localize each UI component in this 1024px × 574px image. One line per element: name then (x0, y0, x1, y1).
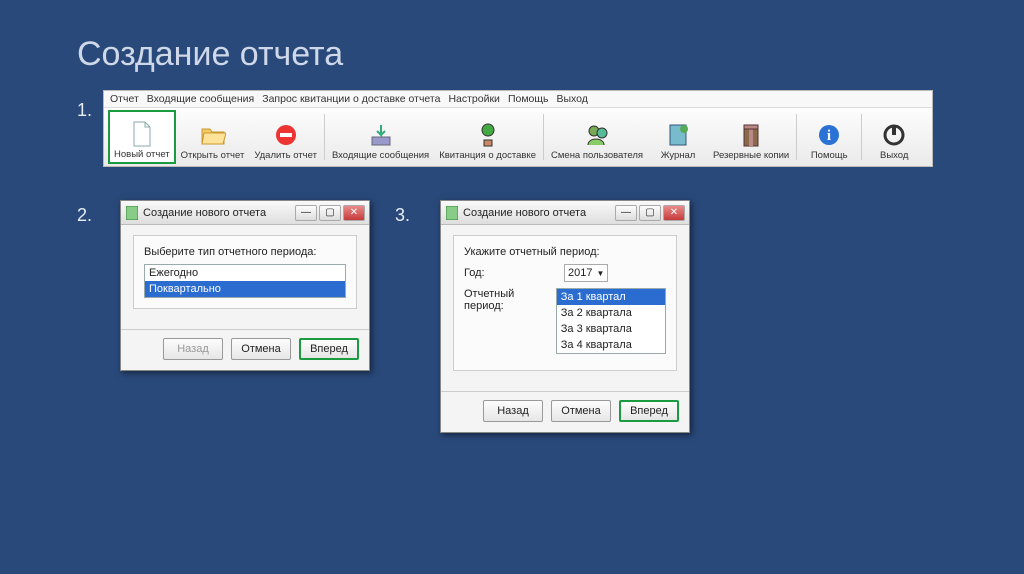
switch-user-label: Смена пользователя (551, 150, 643, 161)
cancel-button[interactable]: Отмена (231, 338, 291, 360)
help-label: Помощь (811, 150, 848, 161)
menu-exit[interactable]: Выход (557, 93, 588, 105)
backup-label: Резервные копии (713, 150, 789, 161)
minimize-button[interactable]: — (295, 205, 317, 221)
period-option-1[interactable]: За 1 квартал (557, 289, 665, 305)
menu-help[interactable]: Помощь (508, 93, 549, 105)
menu-settings[interactable]: Настройки (448, 93, 500, 105)
next-button[interactable]: Вперед (619, 400, 679, 422)
year-label: Год: (464, 267, 564, 279)
option-annual[interactable]: Ежегодно (145, 265, 345, 281)
close-button[interactable]: ✕ (343, 205, 365, 221)
menu-report[interactable]: Отчет (110, 93, 139, 105)
dialog-app-icon (445, 206, 459, 220)
dialog-app-icon (125, 206, 139, 220)
inbox-label: Входящие сообщения (332, 150, 429, 161)
new-report-label: Новый отчет (114, 149, 170, 160)
svg-text:i: i (827, 128, 831, 144)
step-number-3: 3. (395, 205, 410, 226)
new-report-button[interactable]: Новый отчет (108, 110, 176, 164)
dialog3-titlebar: Создание нового отчета — ▢ ✕ (441, 201, 689, 225)
step-number-2: 2. (77, 205, 92, 226)
back-button[interactable]: Назад (483, 400, 543, 422)
archive-icon (738, 122, 764, 148)
close-button[interactable]: ✕ (663, 205, 685, 221)
backup-button[interactable]: Резервные копии (708, 110, 794, 164)
dialog-step3: Создание нового отчета — ▢ ✕ Укажите отч… (440, 200, 690, 433)
menu-inbox[interactable]: Входящие сообщения (147, 93, 254, 105)
period-option-3[interactable]: За 3 квартала (557, 321, 665, 337)
receipt-icon (475, 122, 501, 148)
open-report-label: Открыть отчет (181, 150, 245, 161)
switch-user-button[interactable]: Смена пользователя (546, 110, 648, 164)
slide-title: Создание отчета (77, 35, 343, 74)
dialog3-title: Создание нового отчета (463, 207, 586, 219)
chevron-down-icon: ▼ (596, 269, 604, 278)
delete-report-label: Удалить отчет (254, 150, 317, 161)
journal-button[interactable]: Журнал (648, 110, 708, 164)
menu-receipt-request[interactable]: Запрос квитанции о доставке отчета (262, 93, 440, 105)
dialog-step2: Создание нового отчета — ▢ ✕ Выберите ти… (120, 200, 370, 371)
back-button: Назад (163, 338, 223, 360)
dialog3-prompt: Укажите отчетный период: (464, 246, 666, 258)
receipt-label: Квитанция о доставке (439, 150, 536, 161)
minimize-button[interactable]: — (615, 205, 637, 221)
period-option-2[interactable]: За 2 квартала (557, 305, 665, 321)
dialog2-title: Создание нового отчета (143, 207, 266, 219)
receipt-button[interactable]: Квитанция о доставке (434, 110, 541, 164)
maximize-button[interactable]: ▢ (639, 205, 661, 221)
folder-open-icon (200, 122, 226, 148)
info-icon: i (816, 122, 842, 148)
help-button[interactable]: i Помощь (799, 110, 859, 164)
open-report-button[interactable]: Открыть отчет (176, 110, 250, 164)
option-quarterly[interactable]: Поквартально (145, 281, 345, 297)
inbox-icon (368, 122, 394, 148)
app-toolbar: Отчет Входящие сообщения Запрос квитанци… (103, 90, 933, 167)
year-select[interactable]: 2017 ▼ (564, 264, 608, 282)
step-number-1: 1. (77, 100, 92, 121)
switch-user-icon (584, 122, 610, 148)
inbox-button[interactable]: Входящие сообщения (327, 110, 434, 164)
journal-icon (665, 122, 691, 148)
power-icon (881, 122, 907, 148)
delete-icon (273, 122, 299, 148)
menubar: Отчет Входящие сообщения Запрос квитанци… (104, 91, 932, 108)
new-file-icon (129, 121, 155, 147)
period-listbox[interactable]: За 1 квартал За 2 квартала За 3 квартала… (556, 288, 666, 354)
exit-label: Выход (880, 150, 908, 161)
year-value: 2017 (568, 267, 592, 279)
journal-label: Журнал (661, 150, 696, 161)
cancel-button[interactable]: Отмена (551, 400, 611, 422)
exit-button[interactable]: Выход (864, 110, 924, 164)
next-button[interactable]: Вперед (299, 338, 359, 360)
dialog2-prompt: Выберите тип отчетного периода: (144, 246, 346, 258)
dialog2-titlebar: Создание нового отчета — ▢ ✕ (121, 201, 369, 225)
period-option-4[interactable]: За 4 квартала (557, 337, 665, 353)
period-label: Отчетный период: (464, 288, 556, 312)
maximize-button[interactable]: ▢ (319, 205, 341, 221)
delete-report-button[interactable]: Удалить отчет (249, 110, 322, 164)
period-type-listbox[interactable]: Ежегодно Поквартально (144, 264, 346, 298)
